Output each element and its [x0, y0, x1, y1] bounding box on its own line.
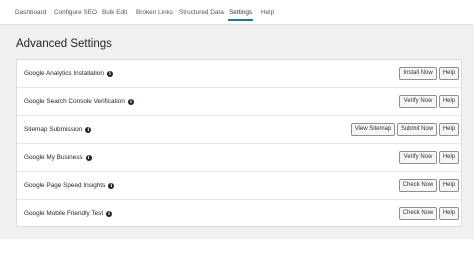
info-circle-icon[interactable]: i [85, 126, 92, 133]
submit-now-button[interactable]: Submit Now [397, 123, 437, 136]
help-button[interactable]: Help [439, 207, 459, 220]
tab-settings[interactable]: Settings [227, 9, 254, 21]
check-now-button[interactable]: Check Now [399, 207, 437, 220]
help-button[interactable]: Help [439, 151, 459, 164]
tab-configure-seo[interactable]: Configure SEO [54, 9, 97, 16]
verify-now-button[interactable]: Verify Now [399, 95, 437, 108]
top-nav: Dashboard Configure SEO Bulk Edit Broken… [0, 0, 474, 25]
setting-row-page-speed: Google Page Speed Insights i Check Now H… [17, 172, 461, 200]
setting-row-my-business: Google My Business i Verify Now Help [17, 144, 461, 172]
info-circle-icon[interactable]: i [106, 70, 113, 77]
verify-now-button[interactable]: Verify Now [399, 151, 437, 164]
info-circle-icon[interactable]: i [106, 210, 113, 217]
page-title: Advanced Settings [16, 38, 112, 50]
setting-row-sitemap: Sitemap Submission i View Sitemap Submit… [17, 116, 461, 144]
help-button[interactable]: Help [439, 67, 459, 80]
setting-label: Google Search Console Verification [24, 98, 125, 105]
setting-label: Google Mobile Friendly Test [24, 210, 104, 217]
setting-label: Google Page Speed Insights [24, 182, 106, 189]
setting-label: Google Analytics Installation [24, 70, 104, 77]
settings-panel: Google Analytics Installation i Install … [16, 59, 462, 227]
help-button[interactable]: Help [439, 179, 459, 192]
info-circle-icon[interactable]: i [108, 182, 115, 189]
help-button[interactable]: Help [439, 123, 459, 136]
install-now-button[interactable]: Install Now [399, 67, 437, 80]
setting-row-search-console: Google Search Console Verification i Ver… [17, 88, 461, 116]
view-sitemap-button[interactable]: View Sitemap [351, 123, 395, 136]
info-circle-icon[interactable]: i [127, 98, 134, 105]
setting-row-mobile-friendly: Google Mobile Friendly Test i Check Now … [17, 200, 461, 228]
tab-dashboard[interactable]: Dashboard [15, 9, 46, 16]
tab-bulk-edit[interactable]: Bulk Edit [102, 9, 127, 16]
setting-label: Sitemap Submission [24, 126, 83, 133]
tab-structured-data[interactable]: Structured Data [179, 9, 224, 16]
setting-label: Google My Business [24, 154, 83, 161]
setting-row-analytics: Google Analytics Installation i Install … [17, 60, 461, 88]
info-circle-icon[interactable]: i [85, 154, 92, 161]
check-now-button[interactable]: Check Now [399, 179, 437, 192]
help-button[interactable]: Help [439, 95, 459, 108]
tab-help[interactable]: Help [261, 9, 274, 16]
tab-broken-links[interactable]: Broken Links [136, 9, 173, 16]
